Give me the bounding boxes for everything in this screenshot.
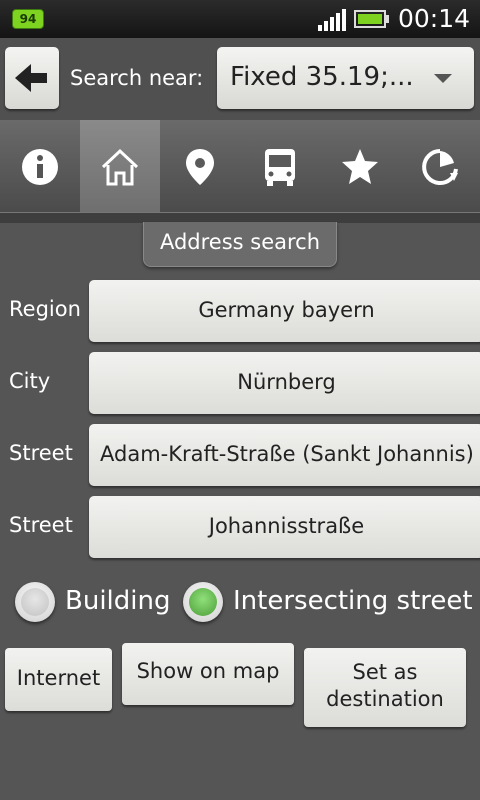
- tab-transit[interactable]: [240, 120, 320, 212]
- region-value: Germany bayern: [198, 298, 375, 322]
- tab-location[interactable]: [160, 120, 240, 212]
- region-button[interactable]: Germany bayern: [89, 280, 480, 342]
- set-destination-label-line2: destination: [326, 687, 444, 711]
- status-time: 00:14: [398, 4, 471, 33]
- signal-icon: [318, 9, 346, 31]
- city-label: City: [9, 369, 51, 393]
- intersecting-street-value: Johannisstraße: [208, 514, 365, 538]
- set-destination-button[interactable]: Set as destination: [304, 648, 466, 727]
- history-icon: [422, 149, 458, 185]
- street-label: Street: [9, 441, 73, 465]
- set-destination-label-line1: Set as: [352, 660, 418, 684]
- show-on-map-label: Show on map: [136, 659, 280, 683]
- location-pin-icon: [186, 149, 214, 185]
- battery-icon: [354, 10, 389, 28]
- header: Search near: Fixed 35.19;...: [0, 38, 480, 120]
- city-button[interactable]: Nürnberg: [89, 352, 480, 414]
- region-label: Region: [9, 297, 81, 321]
- internet-button[interactable]: Internet: [5, 648, 112, 711]
- chevron-down-icon: [434, 74, 452, 83]
- building-radio-label: Building: [65, 586, 171, 616]
- arrow-left-icon: [15, 64, 47, 92]
- intersecting-street-button[interactable]: Johannisstraße: [89, 496, 480, 558]
- street-button[interactable]: Adam-Kraft-Straße (Sankt Johannis): [89, 424, 480, 486]
- street-value: Adam-Kraft-Straße (Sankt Johannis): [100, 442, 474, 466]
- notification-badge: 94: [12, 9, 44, 29]
- info-icon: [22, 149, 58, 185]
- city-value: Nürnberg: [237, 370, 336, 394]
- location-value: Fixed 35.19;...: [230, 62, 414, 92]
- status-bar: 94 00:14: [0, 0, 480, 38]
- show-on-map-button[interactable]: Show on map: [122, 643, 294, 705]
- section-title: Address search: [159, 230, 321, 254]
- section-header: Address search: [143, 222, 337, 267]
- location-dropdown[interactable]: Fixed 35.19;...: [217, 47, 474, 109]
- tab-favorites[interactable]: [320, 120, 400, 212]
- tab-history[interactable]: [400, 120, 480, 212]
- search-near-label: Search near:: [70, 66, 204, 90]
- internet-button-label: Internet: [16, 666, 101, 690]
- bus-icon: [265, 149, 295, 186]
- building-radio[interactable]: [15, 582, 55, 622]
- tab-home[interactable]: [80, 120, 160, 212]
- star-icon: [342, 149, 378, 184]
- intersecting-street-label: Street: [9, 513, 73, 537]
- back-button[interactable]: [5, 47, 59, 109]
- home-icon: [101, 148, 139, 186]
- tab-info[interactable]: [0, 120, 80, 212]
- intersecting-street-radio-label: Intersecting street: [233, 586, 473, 616]
- intersecting-street-radio[interactable]: [183, 582, 223, 622]
- tab-bar: [0, 120, 480, 212]
